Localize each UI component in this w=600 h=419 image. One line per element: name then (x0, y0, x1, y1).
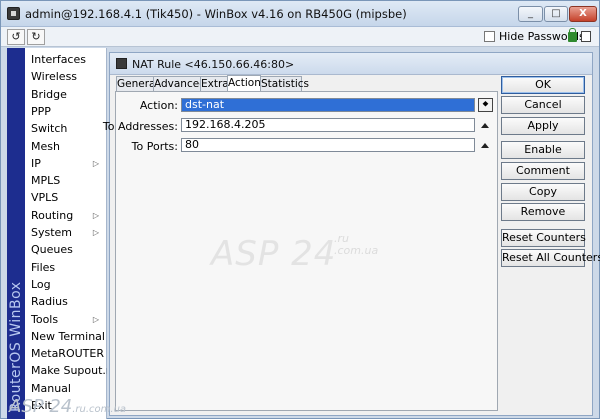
enable-button[interactable]: Enable (501, 141, 585, 159)
to-addresses-label: To Addresses: (102, 120, 178, 133)
copy-button[interactable]: Copy (501, 183, 585, 201)
toolbar: ↺ ↻ Hide Passwords (1, 27, 599, 47)
to-ports-input[interactable]: 80 (181, 138, 475, 152)
tab-advanced[interactable]: Advanced (153, 76, 206, 92)
sidebar-item-mesh[interactable]: Mesh (25, 138, 107, 155)
chevron-down-icon: ⯁ (482, 100, 489, 109)
sidebar-item-files[interactable]: Files (25, 259, 107, 276)
sidebar-item-label: VPLS (31, 191, 59, 205)
close-button[interactable]: X (569, 6, 597, 22)
sidebar-item-label: Tools (31, 312, 59, 326)
submenu-arrow-icon: ▷ (92, 314, 99, 324)
sidebar-item-label: Switch (31, 122, 68, 136)
sidebar-item-label: MPLS (31, 174, 61, 188)
sidebar-item-ip[interactable]: IP ▷ (25, 155, 107, 172)
undo-button[interactable]: ↺ (7, 29, 25, 45)
tab-general[interactable]: General (116, 76, 158, 92)
session-status-icon (581, 31, 591, 42)
sidebar-item-label: Radius (31, 295, 68, 309)
sidebar-item-label: Queues (31, 243, 73, 257)
sidebar-item-label: Interfaces (31, 53, 86, 66)
watermark-subtext: .ru .com.ua (334, 233, 378, 257)
tab-extra[interactable]: Extra (200, 76, 229, 92)
dialog-title: NAT Rule <46.150.66.46:80> (132, 58, 295, 71)
sidebar-item-ppp[interactable]: PPP (25, 103, 107, 120)
tab-statistics[interactable]: Statistics (260, 76, 309, 92)
sidebar-item-label: Wireless (31, 70, 78, 84)
title-bar[interactable]: admin@192.168.4.1 (Tik450) - WinBox v4.1… (1, 1, 599, 27)
apply-button[interactable]: Apply (501, 117, 585, 135)
action-select[interactable]: dst-nat (181, 98, 475, 112)
sidebar-item-label: System (31, 226, 73, 239)
action-dropdown-button[interactable]: ⯁ (478, 98, 493, 112)
sidebar-item-radius[interactable]: Radius (25, 293, 107, 310)
submenu-arrow-icon: ▷ (92, 158, 99, 168)
dialog-title-bar[interactable]: NAT Rule <46.150.66.46:80> (110, 53, 592, 75)
sidebar-item-manual[interactable]: Manual (25, 380, 107, 397)
sidebar-item-label: Make Supout.rif (31, 364, 107, 378)
sidebar-item-label: Routing (31, 208, 74, 222)
sidebar-item-bridge[interactable]: Bridge (25, 86, 107, 103)
tab-action[interactable]: Action (227, 75, 261, 92)
dialog-icon (116, 58, 127, 69)
action-label: Action: (139, 99, 178, 112)
watermark-com: .com.ua (334, 244, 379, 257)
minimize-button[interactable]: _ (518, 6, 543, 22)
reset-all-counters-button[interactable]: Reset All Counters (501, 249, 600, 267)
cancel-button[interactable]: Cancel (501, 96, 585, 114)
bottom-watermark-sub2: .com.ua (85, 404, 127, 415)
sidebar-item-label: Files (31, 260, 56, 274)
brand-strip-text: RouterOS WinBox (8, 281, 24, 412)
sidebar-item-interfaces[interactable]: Interfaces (25, 51, 107, 68)
action-tab-panel: ASP 24 .ru .com.ua Action: dst-nat ⯁ To … (103, 91, 498, 411)
sidebar-item-routing[interactable]: Routing ▷ (25, 207, 107, 224)
sidebar-item-new-terminal[interactable]: New Terminal (25, 328, 107, 345)
to-ports-collapse-icon[interactable] (481, 143, 489, 148)
submenu-arrow-icon: ▷ (92, 228, 99, 237)
hide-passwords-checkbox[interactable] (484, 31, 495, 42)
winbox-window: admin@192.168.4.1 (Tik450) - WinBox v4.1… (0, 0, 600, 419)
ok-button[interactable]: OK (501, 76, 585, 94)
sidebar-item-log[interactable]: Log (25, 276, 107, 293)
reset-counters-button[interactable]: Reset Counters (501, 229, 586, 247)
sidebar-item-label: MetaROUTER (31, 347, 104, 361)
sidebar-item-mpls[interactable]: MPLS (25, 172, 107, 189)
sidebar-item-label: Manual (31, 381, 71, 395)
window-title: admin@192.168.4.1 (Tik450) - WinBox v4.1… (25, 7, 407, 21)
sidebar-item-make-supout-rif[interactable]: Make Supout.rif (25, 362, 107, 379)
brand-strip: RouterOS WinBox (7, 48, 25, 419)
bottom-watermark-sub: .ru (72, 404, 86, 415)
lock-icon (568, 28, 577, 42)
to-ports-label: To Ports: (131, 140, 178, 153)
sidebar-item-vpls[interactable]: VPLS (25, 189, 107, 206)
nat-rule-dialog: NAT Rule <46.150.66.46:80> General Advanc… (103, 52, 600, 416)
comment-button[interactable]: Comment (501, 162, 585, 180)
sidebar-item-label: PPP (31, 104, 51, 118)
to-addresses-input[interactable]: 192.168.4.205 (181, 118, 475, 132)
sidebar-item-system[interactable]: System ▷ (25, 224, 107, 241)
sidebar-item-metarouter[interactable]: MetaROUTER (25, 345, 107, 362)
sidebar-item-queues[interactable]: Queues (25, 241, 107, 258)
sidebar-item-switch[interactable]: Switch (25, 120, 107, 137)
sidebar-item-label: Mesh (31, 139, 60, 153)
maximize-button[interactable]: □ (544, 6, 568, 22)
sidebar-menu: Interfaces Wireless Bridge PPP Switch Mesh IP ▷… (25, 48, 107, 419)
sidebar-item-tools[interactable]: Tools ▷ (25, 311, 107, 328)
winbox-app-icon (7, 7, 20, 20)
to-addresses-collapse-icon[interactable] (481, 123, 489, 128)
sidebar-item-label: IP (31, 156, 41, 170)
sidebar-item-wireless[interactable]: Wireless (25, 68, 107, 85)
sidebar-item-label: Log (31, 277, 51, 291)
remove-button[interactable]: Remove (501, 203, 585, 221)
sidebar-item-label: New Terminal (31, 329, 105, 343)
sidebar-item-label: Bridge (31, 87, 67, 101)
redo-button[interactable]: ↻ (27, 29, 45, 45)
bottom-watermark-main: ASP 24 (9, 396, 73, 417)
submenu-arrow-icon: ▷ (92, 210, 99, 220)
bottom-watermark: ASP 24.ru.com.ua (9, 396, 126, 417)
watermark-text: ASP 24 (211, 234, 337, 274)
